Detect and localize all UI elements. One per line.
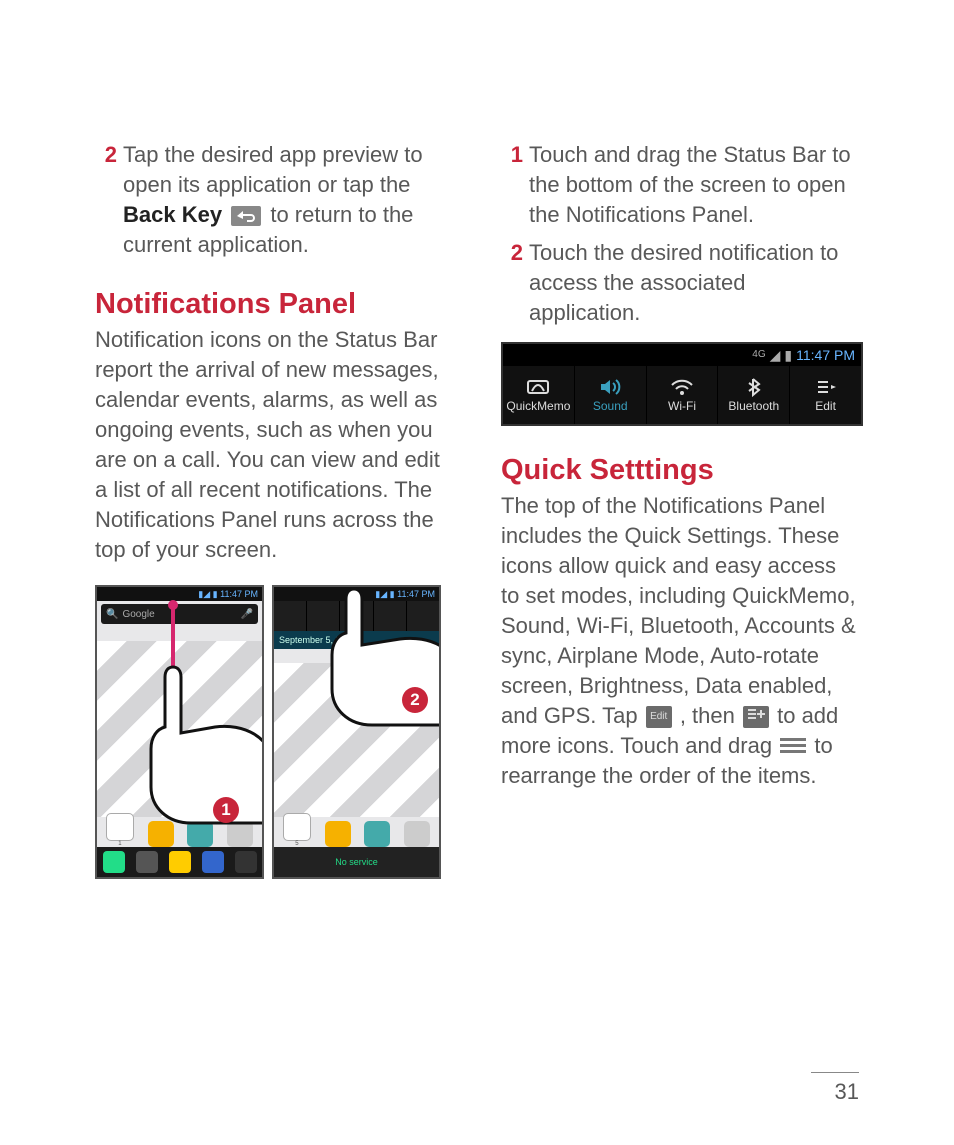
app-icon [227,821,253,847]
app-icon [404,821,430,847]
contacts-icon [136,851,158,873]
manual-page: 2 Tap the desired app preview to open it… [0,0,954,1145]
qs-label: Wi-Fi [668,399,696,413]
battery-icon: ▮ [784,344,792,366]
qs-text-a: The top of the Notifications Panel inclu… [501,493,856,728]
step-number: 1 [501,140,523,230]
app-icon [364,821,390,847]
step-body: Tap the desired app preview to open its … [123,140,453,260]
mic-icon: 🎤 [241,609,253,620]
memo-icon [526,377,550,397]
qs-item-sound: Sound [575,366,647,424]
wifi-icon [670,377,694,397]
qs-text-b: , then [680,703,741,728]
app-row: 5 [274,813,439,847]
right-step-2: 2 Touch the desired notification to acce… [501,238,859,328]
qs-item-quickmemo: QuickMemo [503,366,575,424]
app-icon [187,821,213,847]
statusbar: ▮◢ ▮ 11:47 PM [274,587,439,601]
app-icon: 1 [106,813,134,847]
qs-item-edit: Edit [790,366,861,424]
statusbar: 4G ◢ ▮ 11:47 PM [503,344,861,366]
quick-settings-paragraph: The top of the Notifications Panel inclu… [501,491,859,791]
phone-icon [103,851,125,873]
drag-arrow-icon [163,599,183,704]
heading-notifications-panel: Notifications Panel [95,288,453,321]
qs-label: QuickMemo [506,399,570,413]
qs-item-bluetooth: Bluetooth [718,366,790,424]
edit-button-icon: Edit [646,706,672,728]
time: 11:47 PM [796,344,855,366]
step-text-a: Tap the desired app preview to open its … [123,142,423,197]
back-key-label: Back Key [123,202,222,227]
no-service-label: No service [335,857,378,867]
screenshot-row: ▮◢ ▮ 11:47 PM 🔍 Google 🎤 1 [95,585,453,879]
notifications-paragraph: Notification icons on the Status Bar rep… [95,325,453,565]
date-bar: September 5, 2012 [274,631,439,649]
screenshot-1: ▮◢ ▮ 11:47 PM 🔍 Google 🎤 1 [95,585,264,879]
left-step-2: 2 Tap the desired app preview to open it… [95,140,453,260]
app-icon [325,821,351,847]
apps-icon [235,851,257,873]
step-number: 2 [95,140,117,260]
heading-quick-settings: Quick Setttings [501,454,859,487]
qs-label: Sound [593,399,628,413]
app-icon [148,821,174,847]
search-placeholder: Google [122,609,154,620]
edit-icon [814,377,838,397]
callout-2: 2 [402,687,428,713]
page-rule [811,1072,859,1073]
right-step-1: 1 Touch and drag the Status Bar to the b… [501,140,859,230]
app-row: 1 [97,813,262,847]
time: 11:47 PM [220,589,258,599]
columns: 2 Tap the desired app preview to open it… [95,140,859,879]
time: 11:47 PM [397,589,435,599]
back-key-icon [231,206,261,226]
app-icon: 5 [283,813,311,847]
messaging-icon [169,851,191,873]
signal-icon: ▮◢ ▮ [375,589,394,599]
right-column: 1 Touch and drag the Status Bar to the b… [501,140,859,879]
left-column: 2 Tap the desired app preview to open it… [95,140,453,879]
signal-icon: ▮◢ ▮ [198,589,217,599]
screenshot-2: ▮◢ ▮ 11:47 PM September 5, 2012 5 No ser… [272,585,441,879]
callout-1: 1 [213,797,239,823]
dock: No service [274,847,439,877]
home-screen: September 5, 2012 5 No service [274,601,439,877]
step-body: Touch and drag the Status Bar to the bot… [529,140,859,230]
signal-icon: ◢ [770,344,781,366]
bt-icon [742,377,766,397]
sound-icon [598,377,622,397]
add-icon [743,706,769,728]
qs-label: Bluetooth [728,399,779,413]
qs-item-wi-fi: Wi-Fi [647,366,719,424]
quick-settings-screenshot: 4G ◢ ▮ 11:47 PM QuickMemo Sound Wi-Fi Bluet… [501,342,863,426]
browser-icon [202,851,224,873]
step-number: 2 [501,238,523,328]
qs-label: Edit [815,399,836,413]
dock [97,847,262,877]
page-number: 31 [835,1079,859,1105]
4g-icon: 4G [752,344,765,366]
step-body: Touch the desired notification to access… [529,238,859,328]
drag-handle-icon [780,738,806,756]
search-icon: 🔍 [106,609,118,620]
quick-settings-mini [274,601,439,631]
quick-settings-row: QuickMemo Sound Wi-Fi Bluetooth Edit [503,366,861,424]
